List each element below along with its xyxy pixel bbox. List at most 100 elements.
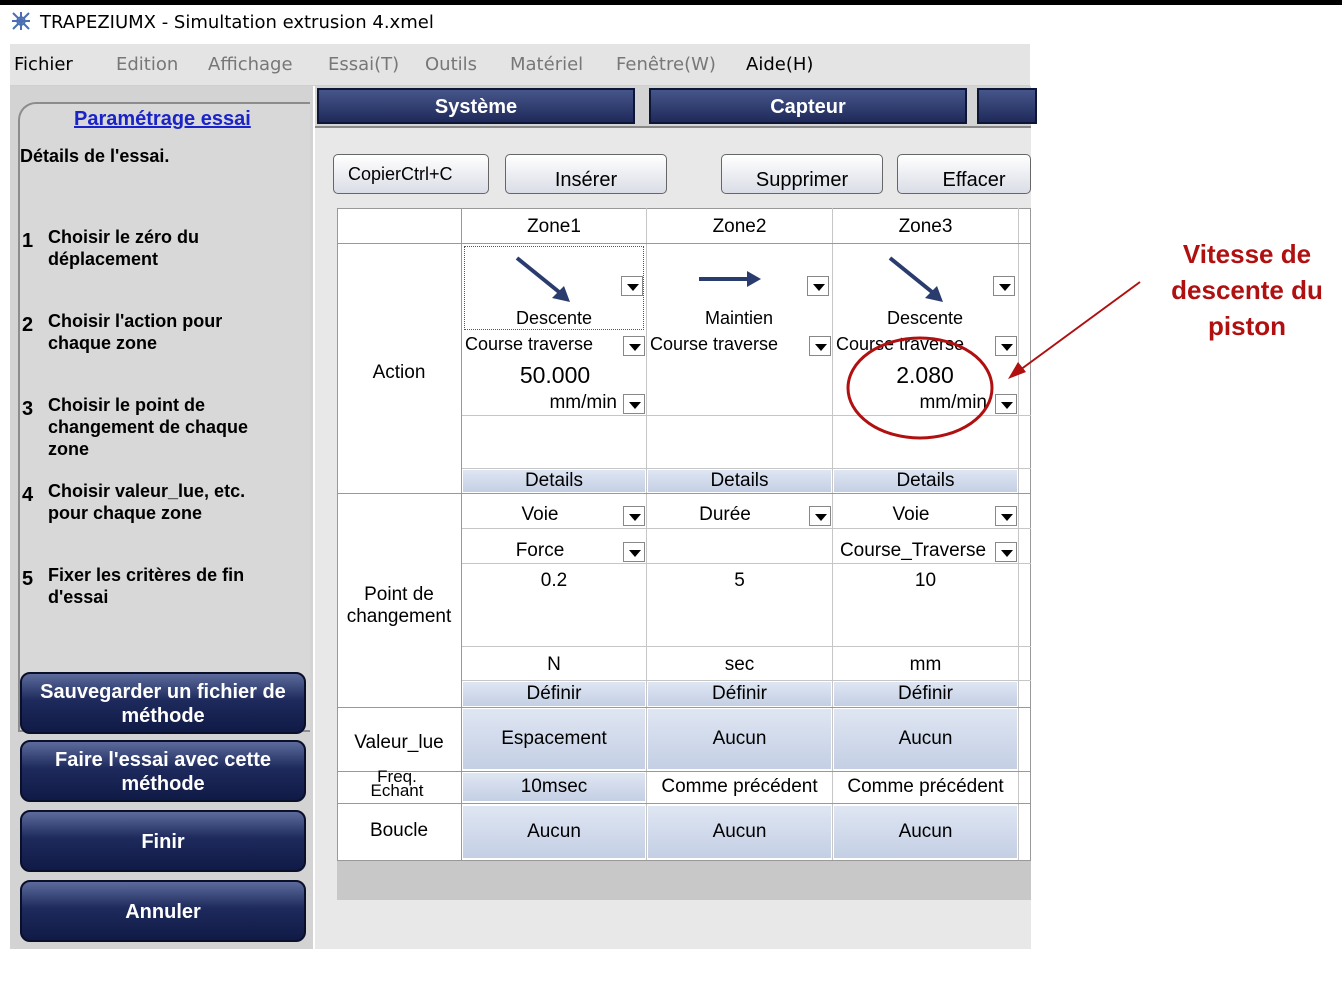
step-number: 1: [22, 230, 34, 252]
menu-essai[interactable]: Essai(T): [328, 54, 399, 75]
save-method-button[interactable]: Sauvegarder un fichier de méthode: [20, 672, 306, 734]
zone1-freq-button[interactable]: 10msec: [463, 773, 645, 801]
clear-button[interactable]: Effacer: [897, 154, 1031, 194]
menu-edition[interactable]: Edition: [116, 54, 178, 75]
col-divider: [461, 208, 462, 900]
run-test-button[interactable]: Faire l'essai avec cette méthode: [20, 740, 306, 802]
zone2-action-dropdown[interactable]: [807, 276, 829, 296]
hold-arrow-icon: [699, 271, 761, 287]
action-label: Action: [372, 362, 426, 383]
freq-label: Freq. Echant: [370, 768, 424, 800]
menu-outils[interactable]: Outils: [425, 54, 477, 75]
zone1-voie2[interactable]: Force: [465, 540, 615, 562]
zone3-point-value[interactable]: 10: [834, 570, 1017, 592]
row-divider: [337, 707, 1031, 708]
zone2-point-unit: sec: [724, 654, 755, 675]
zone1-voie-dropdown[interactable]: [623, 506, 645, 526]
zone2-boucle-button[interactable]: Aucun: [648, 806, 831, 858]
zone2-point-value[interactable]: 5: [648, 570, 831, 592]
zone1-control-dropdown[interactable]: [623, 336, 645, 356]
zone3-voie2[interactable]: Course_Traverse: [833, 540, 993, 562]
zone3-define-button[interactable]: Définir: [834, 682, 1017, 706]
zone2-action-name: Maintien: [704, 308, 774, 328]
zone2-define-button[interactable]: Définir: [648, 682, 831, 706]
tab-more[interactable]: [977, 88, 1037, 124]
zone3-voie-dropdown[interactable]: [995, 506, 1017, 526]
left-panel: Paramétrage essai Détails de l'essai. 1C…: [10, 86, 313, 949]
zone2-voie-dropdown[interactable]: [809, 506, 831, 526]
zone1-point-value[interactable]: 0.2: [463, 570, 645, 592]
row-divider: [462, 528, 1031, 529]
app-icon: [12, 12, 30, 30]
steps-box: Paramétrage essai Détails de l'essai. 1C…: [18, 102, 310, 732]
zone1-speed-input[interactable]: 50.000: [465, 362, 645, 389]
window-title: TRAPEZIUMX - Simultation extrusion 4.xme…: [40, 12, 434, 33]
zone3-boucle-button[interactable]: Aucun: [834, 806, 1017, 858]
zone3-voie[interactable]: Voie: [836, 504, 986, 526]
zone1-header: Zone1: [527, 216, 581, 237]
row-divider: [337, 243, 1031, 244]
menu-fenetre[interactable]: Fenêtre(W): [616, 54, 716, 75]
zone2-control-dropdown[interactable]: [809, 336, 831, 356]
zone3-details-button[interactable]: Details: [834, 470, 1017, 492]
step-text: Choisir le point de changement de chaque…: [48, 395, 249, 459]
zone1-details-button[interactable]: Details: [463, 470, 645, 492]
zone1-boucle-button[interactable]: Aucun: [463, 806, 645, 858]
zone3-freq: Comme précédent: [847, 776, 1004, 797]
zone2-valeur-button[interactable]: Aucun: [648, 709, 831, 769]
title-bar: TRAPEZIUMX - Simultation extrusion 4.xme…: [0, 0, 1342, 44]
zone2-control[interactable]: Course traverse: [650, 334, 806, 355]
zone2-header: Zone2: [712, 216, 767, 237]
menu-materiel[interactable]: Matériel: [510, 54, 583, 75]
annotation-arrow: [1019, 281, 1141, 371]
row-divider: [337, 803, 1031, 804]
arrowhead-icon: [1008, 362, 1026, 379]
main-area: Système Capteur CopierCtrl+C Insérer Sup…: [315, 86, 1037, 949]
zone1-valeur-button[interactable]: Espacement: [463, 709, 645, 769]
tab-systeme[interactable]: Système: [317, 88, 635, 124]
tab-capteur[interactable]: Capteur: [649, 88, 967, 124]
zone1-control[interactable]: Course traverse: [465, 334, 621, 355]
zone1-action-dropdown[interactable]: [621, 276, 643, 296]
zone1-action-name: Descente: [515, 308, 593, 328]
cancel-button[interactable]: Annuler: [20, 880, 306, 942]
annotation-overlay: [846, 281, 1141, 440]
content-box: CopierCtrl+C Insérer Supprimer Effacer Z…: [315, 126, 1031, 949]
copy-button[interactable]: CopierCtrl+C: [333, 154, 489, 194]
boucle-label: Boucle: [369, 820, 429, 841]
step-number: 3: [22, 398, 34, 420]
zone2-details-button[interactable]: Details: [648, 470, 831, 492]
menu-fichier[interactable]: Fichier: [14, 54, 73, 75]
valeur-label: Valeur_lue: [354, 732, 444, 753]
zone3-point-unit: mm: [909, 654, 942, 675]
row-divider: [462, 563, 1031, 564]
insert-button[interactable]: Insérer: [505, 154, 667, 194]
zone1-voie2-dropdown[interactable]: [623, 542, 645, 562]
point-label: Point de changement: [346, 584, 452, 627]
zone2-voie[interactable]: Durée: [650, 504, 800, 526]
zone3-valeur-button[interactable]: Aucun: [834, 709, 1017, 769]
zone3-voie2-dropdown[interactable]: [995, 542, 1017, 562]
zone2-freq: Comme précédent: [661, 776, 818, 797]
zone1-point-unit: N: [547, 654, 561, 675]
menu-bar: Fichier Edition Affichage Essai(T) Outil…: [10, 44, 1030, 86]
delete-button[interactable]: Supprimer: [721, 154, 883, 194]
zone1-define-button[interactable]: Définir: [463, 682, 645, 706]
zone1-voie[interactable]: Voie: [465, 504, 615, 526]
zone1-speed-unit[interactable]: mm/min: [465, 392, 617, 414]
step-text: Choisir valeur_lue, etc. pour chaque zon…: [48, 481, 246, 523]
col-divider: [646, 208, 647, 900]
step-text: Choisir l'action pour chaque zone: [48, 311, 223, 353]
menu-affichage[interactable]: Affichage: [208, 54, 293, 75]
settings-link[interactable]: Paramétrage essai: [74, 108, 251, 131]
row-divider: [462, 680, 1031, 681]
horizontal-scrollbar[interactable]: [337, 860, 1031, 900]
row-divider: [337, 493, 1031, 494]
highlight-ellipse: [846, 336, 994, 440]
zone3-header: Zone3: [898, 216, 953, 237]
step-number: 5: [22, 568, 34, 590]
menu-aide[interactable]: Aide(H): [746, 54, 813, 75]
zone1-unit-dropdown[interactable]: [623, 394, 645, 414]
step-number: 4: [22, 484, 34, 506]
finish-button[interactable]: Finir: [20, 810, 306, 872]
